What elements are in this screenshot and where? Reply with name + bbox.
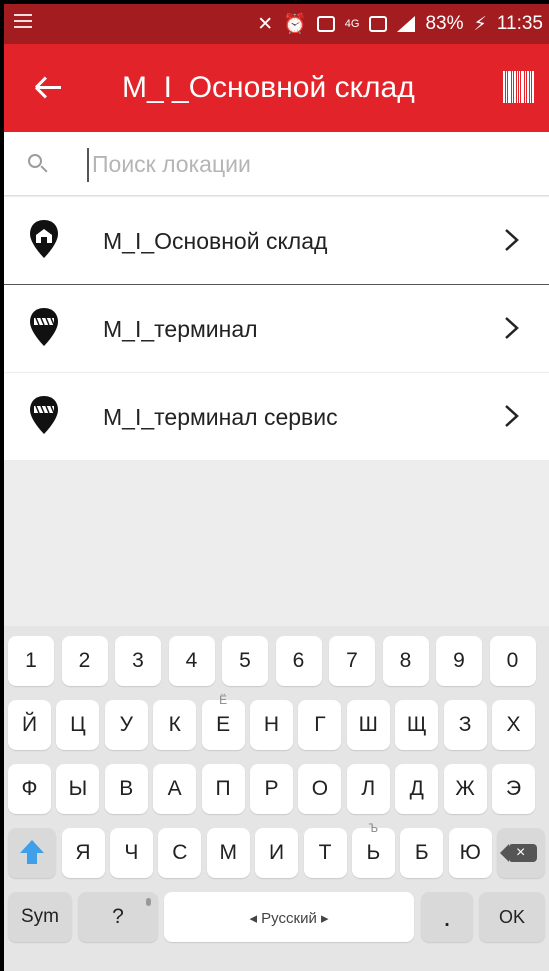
network-type: 4G [344,18,360,30]
key-5[interactable]: 5 [222,636,268,686]
keyboard-row-1: Й Ц У К Ё Е Н Г Ш Щ З Х [8,694,545,750]
app-screen: ✕ ⏰ 4G 83% ⚡ 11:35 М_I_Основной склад По… [4,4,549,971]
arrow-left-icon[interactable] [34,74,64,102]
keyboard-row-2: Ф Ы В А П Р О Л Д Ж Э [8,764,545,814]
list-item-location[interactable]: М_I_терминал сервис [4,373,549,461]
sym-key[interactable]: Sym [8,892,72,942]
key-6[interactable]: 6 [275,636,322,686]
key-9[interactable]: 9 [436,636,482,686]
key-letter[interactable]: В [104,764,148,814]
space-key[interactable]: ◂ Русский ▸ [164,892,414,942]
key-letter-e[interactable]: Ё Е [201,694,245,750]
location-label: М_I_терминал [103,316,258,342]
location-label: М_I_терминал сервис [103,404,338,430]
key-letter[interactable]: Ж [443,764,487,814]
keyboard-row-bottom: Sym ? ◂ Русский ▸ . OK [8,892,545,942]
key-letter[interactable]: Ы [56,764,100,814]
chevron-right-icon [505,229,519,251]
terminal-pin-icon [30,396,58,434]
key-char: Ь [366,841,381,864]
language-label: ◂ Русский ▸ [249,910,329,927]
key-0[interactable]: 0 [489,636,536,686]
search-bar [4,132,549,196]
microphone-icon [146,898,151,906]
backspace-key[interactable] [497,828,545,878]
key-letter[interactable]: Г [298,700,342,750]
key-letter[interactable]: П [201,764,245,814]
secondary-char: Ъ [368,821,379,835]
key-4[interactable]: 4 [168,636,215,686]
shift-key[interactable] [8,828,56,878]
keyboard-row-digits: 1 2 3 4 5 6 7 8 9 0 [8,636,545,686]
barcode-icon[interactable] [503,71,535,103]
key-letter[interactable]: У [104,700,148,750]
secondary-char: Ё [219,693,228,707]
key-letter[interactable]: Р [250,764,293,814]
ok-key[interactable]: OK [479,892,545,942]
battery-charging-icon: ⚡ [473,13,487,35]
key-2[interactable]: 2 [61,636,108,686]
key-letter[interactable]: Ф [8,764,51,814]
location-label: М_I_Основной склад [103,228,328,254]
key-char: Е [216,713,231,736]
key-letter[interactable]: С [158,828,202,878]
app-bar: М_I_Основной склад [4,44,549,132]
sim-icon [316,16,335,32]
keyboard-row-3: Я Ч С М И Т Ъ Ь Б Ю [8,822,545,878]
chevron-right-icon [505,405,519,427]
key-letter[interactable]: О [298,764,342,814]
clock: 11:35 [496,13,543,34]
page-title: М_I_Основной склад [122,71,415,104]
key-letter[interactable]: М [206,828,250,878]
shift-arrow-icon [20,840,44,853]
list-item-location[interactable]: М_I_Основной склад [4,197,549,285]
key-letter[interactable]: Ц [56,700,100,750]
signal-box-icon [369,16,388,32]
key-letter[interactable]: З [443,700,487,750]
key-letter[interactable]: Й [8,700,51,750]
key-7[interactable]: 7 [329,636,375,686]
key-letter[interactable]: Э [492,764,535,814]
key-letter[interactable]: Х [492,700,535,750]
period-key[interactable]: . [421,892,473,942]
key-1[interactable]: 1 [8,636,54,686]
key-letter[interactable]: Ш [346,700,390,750]
key-letter[interactable]: Б [400,828,444,878]
key-8[interactable]: 8 [382,636,429,686]
key-letter[interactable]: Т [303,828,347,878]
on-screen-keyboard: 1 2 3 4 5 6 7 8 9 0 Й Ц У К Ё Е Н Г Ш Щ … [4,626,549,971]
notification-menu-icon [14,14,32,32]
alarm-icon: ⏰ [283,14,307,35]
status-icons: ✕ ⏰ 4G 83% ⚡ 11:35 [257,4,543,44]
status-bar: ✕ ⏰ 4G 83% ⚡ 11:35 [4,4,549,44]
key-letter[interactable]: К [153,700,197,750]
key-letter[interactable]: Я [61,828,105,878]
text-cursor [87,148,89,182]
key-char: ? [112,905,124,928]
key-letter[interactable]: Ч [109,828,153,878]
search-input[interactable] [92,146,522,182]
terminal-pin-icon [30,308,58,346]
key-3[interactable]: 3 [115,636,161,686]
location-list: М_I_Основной склад М_I_терминал М_I_терм… [4,197,549,461]
key-letter[interactable]: И [255,828,299,878]
chevron-right-icon [505,317,519,339]
list-item-location[interactable]: М_I_терминал [4,285,549,373]
backspace-icon [500,828,537,878]
battery-level: 83% [425,13,464,34]
key-letter-soft-sign[interactable]: Ъ Ь [351,822,395,878]
key-letter[interactable]: Л [346,764,390,814]
question-key[interactable]: ? [78,892,158,942]
mute-icon: ✕ [257,13,274,35]
key-letter[interactable]: А [153,764,197,814]
signal-strength-icon [397,16,416,32]
key-letter[interactable]: Ю [448,828,492,878]
key-letter[interactable]: Д [395,764,439,814]
key-letter[interactable]: Н [250,700,293,750]
key-letter[interactable]: Щ [395,700,439,750]
search-icon [28,154,48,174]
warehouse-pin-icon [30,220,58,258]
